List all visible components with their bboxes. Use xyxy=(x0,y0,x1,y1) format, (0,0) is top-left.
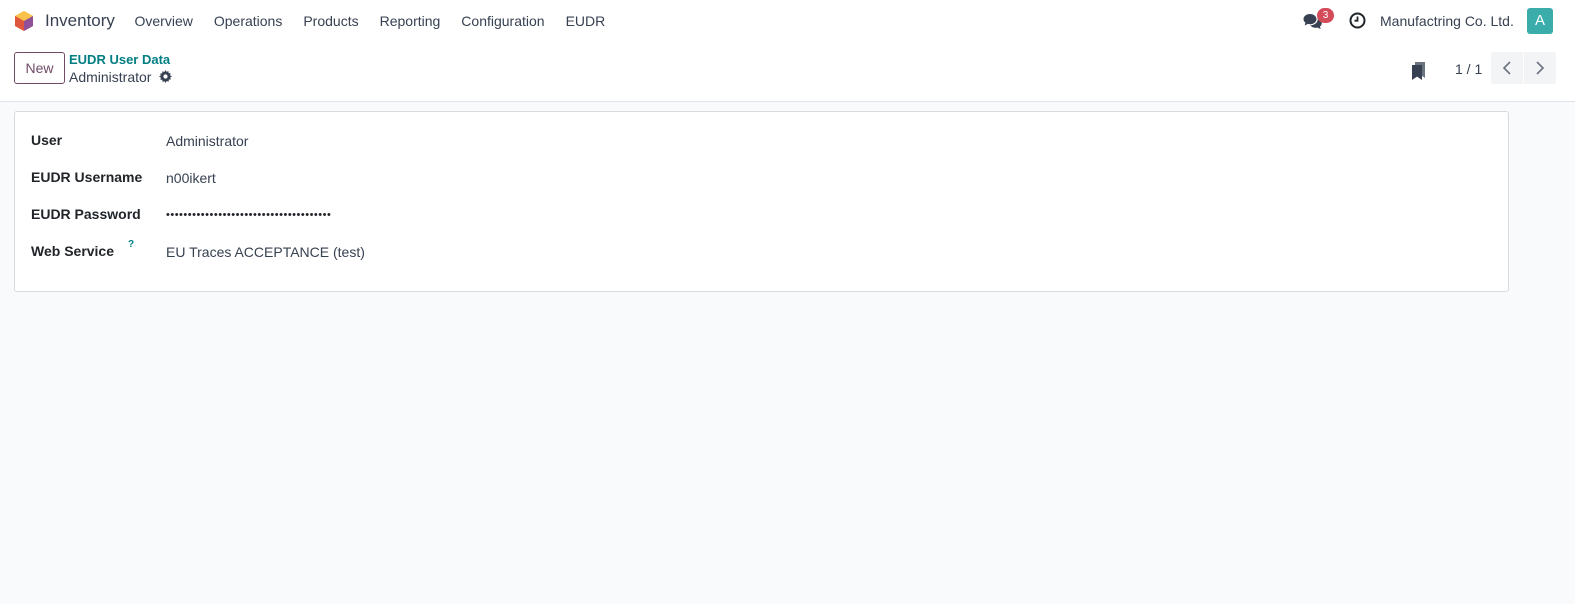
pager-previous-button[interactable] xyxy=(1491,52,1523,84)
new-button[interactable]: New xyxy=(14,52,65,84)
field-label-user: User xyxy=(31,132,63,148)
field-label-eudr-password: EUDR Password xyxy=(31,206,141,222)
record-title: Administrator xyxy=(69,69,152,85)
company-switcher[interactable]: Manufactring Co. Ltd. xyxy=(1380,13,1514,29)
field-user: User Administrator xyxy=(31,132,931,152)
field-value-eudr-username[interactable]: n00ikert xyxy=(166,170,216,186)
app-logo-icon[interactable] xyxy=(13,10,35,32)
breadcrumb-eudr-user-data[interactable]: EUDR User Data xyxy=(69,52,170,67)
menu-products[interactable]: Products xyxy=(293,0,369,42)
field-web-service: Web Service ? EU Traces ACCEPTANCE (test… xyxy=(31,239,931,263)
main-menu: Overview Operations Products Reporting C… xyxy=(124,0,616,42)
app-name[interactable]: Inventory xyxy=(45,11,115,31)
messages-badge: 3 xyxy=(1317,8,1334,23)
menu-eudr[interactable]: EUDR xyxy=(555,0,616,42)
field-eudr-password: EUDR Password ••••••••••••••••••••••••••… xyxy=(31,206,931,226)
control-panel: New EUDR User Data Administrator 1 / 1 xyxy=(0,42,1575,102)
form-sheet: User Administrator EUDR Username n00iker… xyxy=(14,111,1509,292)
pager-next-button[interactable] xyxy=(1524,52,1556,84)
menu-overview[interactable]: Overview xyxy=(124,0,203,42)
field-value-web-service[interactable]: EU Traces ACCEPTANCE (test) xyxy=(166,244,365,260)
chevron-right-icon xyxy=(1536,61,1545,75)
field-value-user[interactable]: Administrator xyxy=(166,133,248,149)
field-eudr-username: EUDR Username n00ikert xyxy=(31,169,931,189)
bookmark-icon[interactable] xyxy=(1411,61,1427,81)
top-navbar: Inventory Overview Operations Products R… xyxy=(0,0,1575,42)
menu-configuration[interactable]: Configuration xyxy=(451,0,555,42)
field-value-eudr-password[interactable]: •••••••••••••••••••••••••••••••••••••• xyxy=(166,209,331,221)
user-avatar[interactable]: A xyxy=(1527,8,1553,34)
field-label-web-service: Web Service xyxy=(31,243,115,259)
field-label-eudr-username: EUDR Username xyxy=(31,169,143,185)
pager-value[interactable]: 1 / 1 xyxy=(1455,61,1482,77)
menu-reporting[interactable]: Reporting xyxy=(369,0,451,42)
clock-icon[interactable] xyxy=(1349,12,1366,29)
menu-operations[interactable]: Operations xyxy=(203,0,292,42)
chevron-left-icon xyxy=(1502,61,1511,75)
help-tooltip-icon[interactable]: ? xyxy=(128,239,134,250)
gear-icon[interactable] xyxy=(159,70,172,83)
